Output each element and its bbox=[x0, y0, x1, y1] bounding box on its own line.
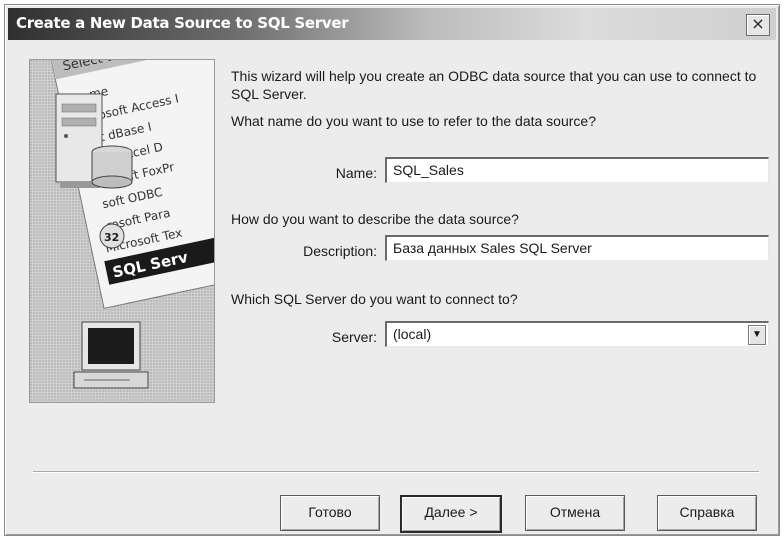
description-label: Description: bbox=[303, 243, 377, 259]
server-dropdown-button[interactable]: ▼ bbox=[748, 325, 766, 345]
server-question: Which SQL Server do you want to connect … bbox=[231, 291, 518, 307]
svg-text:32: 32 bbox=[104, 231, 119, 244]
finish-button[interactable]: Готово bbox=[280, 495, 380, 531]
close-button[interactable]: × bbox=[746, 14, 770, 36]
wizard-illustration-svg: Select a driver fo me icrosoft Access I … bbox=[30, 60, 214, 402]
computer-monitor-icon bbox=[73, 321, 149, 389]
window-title: Create a New Data Source to SQL Server bbox=[16, 14, 349, 32]
wizard-illustration: Select a driver fo me icrosoft Access I … bbox=[29, 59, 215, 403]
database-cylinder-icon bbox=[91, 145, 133, 189]
cancel-button[interactable]: Отмена bbox=[525, 495, 625, 531]
intro-text: This wizard will help you create an ODBC… bbox=[231, 68, 757, 102]
chevron-down-icon: ▼ bbox=[752, 329, 762, 340]
dialog-window: Create a New Data Source to SQL Server ×… bbox=[4, 4, 780, 536]
odbc-badge-icon: 32 bbox=[99, 223, 125, 249]
close-icon: × bbox=[751, 14, 765, 33]
server-label: Server: bbox=[331, 329, 377, 345]
server-select[interactable]: (local) ▼ bbox=[385, 321, 769, 347]
title-bar[interactable]: Create a New Data Source to SQL Server × bbox=[8, 8, 776, 40]
description-question: How do you want to describe the data sou… bbox=[231, 211, 519, 227]
name-field[interactable]: SQL_Sales bbox=[385, 157, 769, 183]
help-button[interactable]: Справка bbox=[657, 495, 757, 531]
next-button[interactable]: Далее > bbox=[400, 495, 502, 533]
description-field[interactable]: База данных Sales SQL Server bbox=[385, 235, 769, 261]
name-label: Name: bbox=[335, 165, 377, 181]
server-select-value: (local) bbox=[393, 326, 432, 342]
name-question: What name do you want to use to refer to… bbox=[231, 113, 596, 129]
button-separator bbox=[33, 471, 759, 473]
